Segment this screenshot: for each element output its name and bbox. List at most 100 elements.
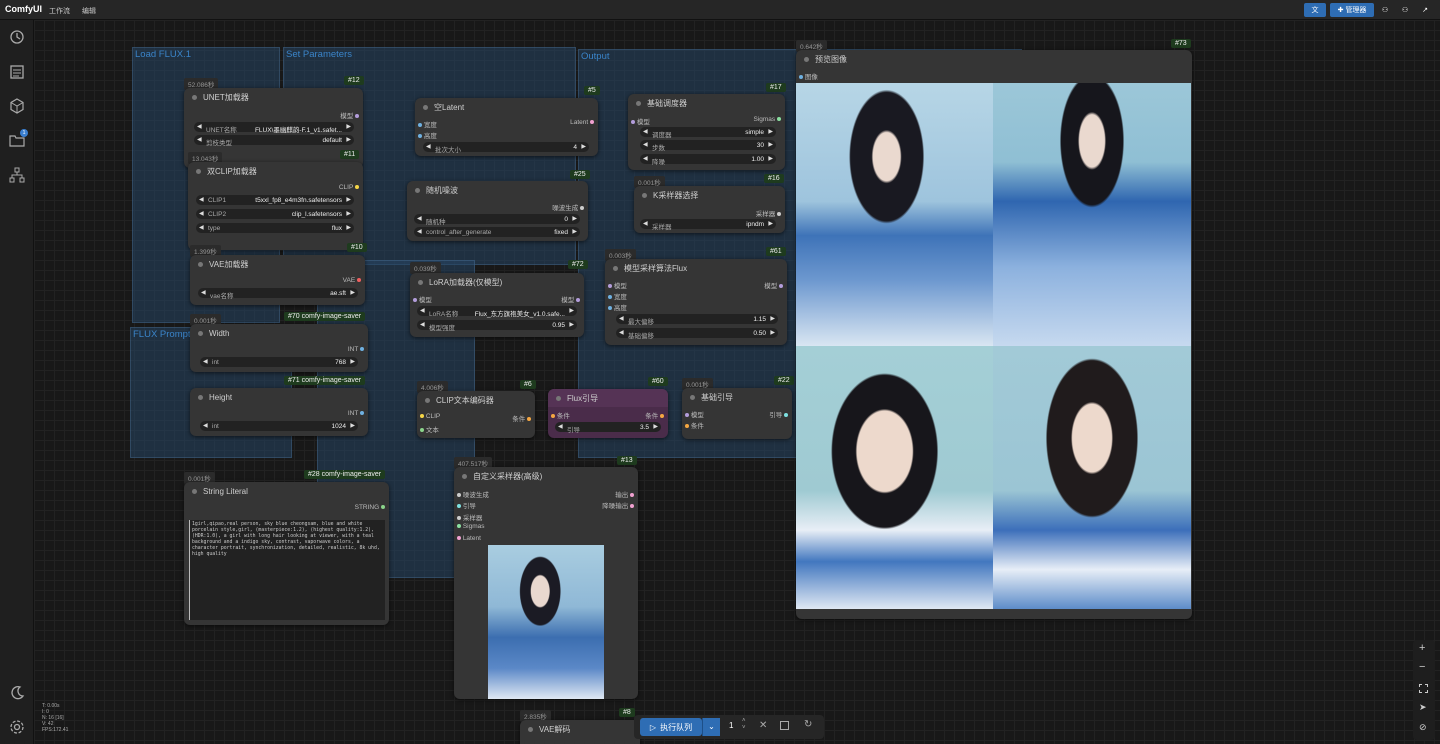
input-image[interactable]: 图像: [799, 71, 818, 81]
node-width[interactable]: Width INT ◀ int 768 ▶: [190, 324, 368, 372]
input-text[interactable]: 文本: [420, 424, 439, 434]
node-header[interactable]: 模型采样算法Flux: [605, 259, 787, 277]
node-custom-sampler-advanced[interactable]: 自定义采样器(高级) 噪波生成 引导 采样器 Sigmas Latent 输出 …: [454, 467, 638, 699]
node-dual-clip-loader[interactable]: 双CLIP加载器 CLIP ◀ CLIP1 t5xxl_fp8_e4m3fn.saf…: [188, 162, 363, 250]
input-conditioning[interactable]: 条件: [551, 410, 570, 420]
node-header[interactable]: Flux引导: [548, 389, 668, 407]
output-int[interactable]: INT: [348, 346, 364, 353]
lora-name-widget[interactable]: ◀ LoRA名称 Flux_东方旗袍美女_v1.0.safe... ▶: [417, 306, 577, 318]
max-shift-widget[interactable]: ◀ 最大偏移 1.15 ▶: [616, 314, 778, 326]
output-conditioning[interactable]: 条件: [645, 410, 664, 420]
batch-size-widget[interactable]: ◀ 批次大小 4 ▶: [423, 142, 589, 154]
base-shift-widget[interactable]: ◀ 基础偏移 0.50 ▶: [616, 328, 778, 340]
stepper-icon[interactable]: ˄ ˅: [742, 718, 746, 732]
node-ksampler-select[interactable]: K采样器选择 采样器 ◀ 采样器 ipndm ▶: [634, 186, 785, 233]
input-guider[interactable]: 引导: [457, 500, 476, 510]
node-header[interactable]: 基础调度器: [628, 94, 785, 112]
node-clip-text-encode[interactable]: CLIP文本编码器 CLIP 文本 条件: [417, 391, 535, 438]
input-latent[interactable]: Latent: [457, 535, 481, 542]
node-height[interactable]: Height INT ◀ int 1024 ▶: [190, 388, 368, 436]
queue-icon[interactable]: [9, 64, 25, 80]
output-latent[interactable]: Latent: [570, 119, 594, 126]
queue-count-input[interactable]: 1: [729, 721, 733, 730]
scheduler-widget[interactable]: ◀ 调度器 simple ▶: [640, 127, 776, 139]
node-header[interactable]: VAE加载器: [190, 255, 365, 273]
user-icon[interactable]: ⚇: [1378, 3, 1392, 17]
input-height[interactable]: 高度: [418, 130, 437, 140]
input-conditioning[interactable]: 条件: [685, 420, 704, 430]
settings-icon[interactable]: [9, 719, 25, 735]
node-header[interactable]: 双CLIP加载器: [188, 162, 363, 180]
output-sampler[interactable]: 采样器: [756, 208, 781, 218]
zoom-in-icon[interactable]: +: [1419, 642, 1425, 654]
model-library-icon[interactable]: [9, 98, 25, 114]
refresh-icon[interactable]: ↻: [804, 719, 812, 730]
node-header[interactable]: 预览图像: [796, 50, 1192, 68]
menu-edit[interactable]: 编辑: [82, 6, 96, 16]
output-output[interactable]: 输出: [615, 489, 634, 499]
manager-button[interactable]: ✚ 管理器: [1330, 3, 1374, 17]
noise-seed-widget[interactable]: ◀ 随机种 0 ▶: [414, 214, 580, 226]
model-strength-widget[interactable]: ◀ 模型强度 0.95 ▶: [417, 320, 577, 332]
share-icon[interactable]: ↗: [1418, 3, 1432, 17]
fit-view-icon[interactable]: [1419, 684, 1428, 693]
type-widget[interactable]: ◀ type flux ▶: [196, 223, 354, 233]
output-sigmas[interactable]: Sigmas: [754, 116, 781, 123]
theme-icon[interactable]: [9, 685, 25, 701]
node-vae-decode[interactable]: VAE解码: [520, 720, 640, 744]
user2-icon[interactable]: ⚇: [1398, 3, 1412, 17]
node-preview-image[interactable]: 预览图像 图像: [796, 50, 1192, 619]
node-header[interactable]: 随机噪波: [407, 181, 588, 199]
queue-dropdown-button[interactable]: ⌄: [702, 718, 720, 736]
close-icon[interactable]: ✕: [759, 720, 767, 731]
node-random-noise[interactable]: 随机噪波 噪波生成 ◀ 随机种 0 ▶ ◀ control_after_generate…: [407, 181, 588, 241]
output-model[interactable]: 模型: [340, 110, 359, 120]
height-int-widget[interactable]: ◀ int 1024 ▶: [200, 421, 358, 431]
output-noise[interactable]: 噪波生成: [552, 202, 584, 212]
input-model[interactable]: 模型: [608, 280, 627, 290]
history-icon[interactable]: [9, 29, 25, 45]
node-header[interactable]: 基础引导: [682, 388, 792, 406]
width-int-widget[interactable]: ◀ int 768 ▶: [200, 357, 358, 367]
input-width[interactable]: 宽度: [608, 291, 627, 301]
node-header[interactable]: VAE解码: [520, 720, 640, 738]
node-empty-latent[interactable]: 空Latent 宽度 高度 Latent ◀ 批次大小 4 ▶: [415, 98, 598, 156]
translate-button[interactable]: 文: [1304, 3, 1326, 17]
input-noise[interactable]: 噪波生成: [457, 489, 489, 499]
node-basic-guider[interactable]: 基础引导 模型 条件 引导: [682, 388, 792, 439]
output-string[interactable]: STRING: [355, 504, 385, 511]
node-flux-guidance[interactable]: Flux引导 条件 条件 ◀ 引导 3.5 ▶: [548, 389, 668, 438]
node-basic-scheduler[interactable]: 基础调度器 模型 Sigmas ◀ 调度器 simple ▶ ◀ 步数 30 ▶ ◀ 降噪 1.…: [628, 94, 785, 170]
hide-links-icon[interactable]: ⊘: [1419, 722, 1427, 733]
vae-name-widget[interactable]: ◀ vae名称 ae.sft ▶: [198, 288, 358, 300]
node-header[interactable]: String Literal: [184, 482, 389, 500]
output-denoised[interactable]: 降噪输出: [602, 500, 634, 510]
node-string-literal[interactable]: String Literal STRING 1girl,qipao,real p…: [184, 482, 389, 625]
stop-icon[interactable]: [780, 721, 789, 730]
input-sampler[interactable]: 采样器: [457, 512, 482, 522]
node-header[interactable]: K采样器选择: [634, 186, 785, 204]
prompt-textarea[interactable]: 1girl,qipao,real person, sky blue cheong…: [189, 520, 385, 620]
queue-button[interactable]: ▷ 执行队列: [640, 718, 702, 736]
denoise-widget[interactable]: ◀ 降噪 1.00 ▶: [640, 154, 776, 166]
node-header[interactable]: LoRA加载器(仅模型): [410, 273, 584, 291]
unet-name-widget[interactable]: ◀ UNET名称 FLUX\墨幽麒韵-F.1_v1.safet... ▶: [194, 122, 354, 134]
menu-workflow[interactable]: 工作流: [49, 6, 70, 16]
output-guider[interactable]: 引导: [769, 409, 788, 419]
output-int[interactable]: INT: [348, 410, 364, 417]
node-model-sampling-flux[interactable]: 模型采样算法Flux 模型 宽度 高度 模型 ◀ 最大偏移 1.15 ▶ ◀ 基础偏移 0…: [605, 259, 787, 345]
node-header[interactable]: Width: [190, 324, 368, 342]
node-header[interactable]: 空Latent: [415, 98, 598, 116]
output-vae[interactable]: VAE: [343, 277, 361, 284]
input-height[interactable]: 高度: [608, 302, 627, 312]
zoom-out-icon[interactable]: −: [1419, 661, 1425, 673]
sampler-name-widget[interactable]: ◀ 采样器 ipndm ▶: [640, 219, 776, 231]
input-sigmas[interactable]: Sigmas: [457, 523, 485, 530]
clip2-widget[interactable]: ◀ CLIP2 clip_l.safetensors ▶: [196, 209, 354, 219]
node-header[interactable]: CLIP文本编码器: [417, 391, 535, 409]
control-after-generate-widget[interactable]: ◀ control_after_generate fixed ▶: [414, 227, 580, 237]
locate-icon[interactable]: ➤: [1419, 702, 1427, 713]
clip1-widget[interactable]: ◀ CLIP1 t5xxl_fp8_e4m3fn.safetensors ▶: [196, 195, 354, 205]
input-model[interactable]: 模型: [685, 409, 704, 419]
node-map-icon[interactable]: [9, 167, 25, 183]
